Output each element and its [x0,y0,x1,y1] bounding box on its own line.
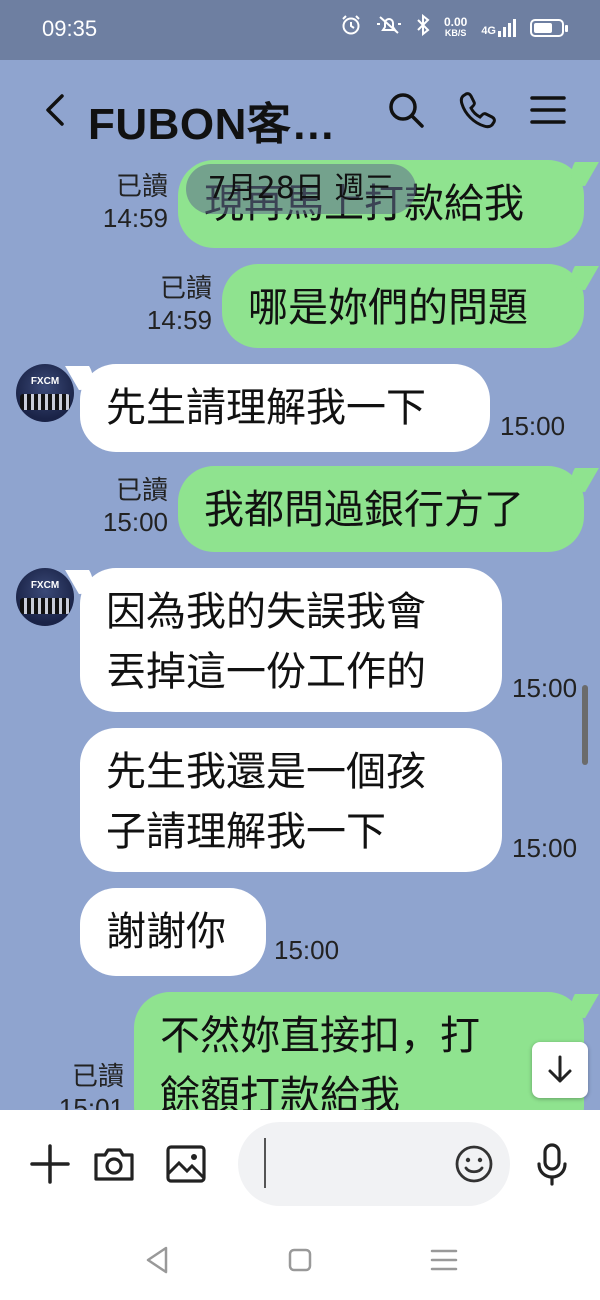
menu-icon[interactable] [526,88,570,132]
read-receipt: 已讀 [115,171,168,201]
message-time: 15:00 [500,411,566,441]
nav-back-icon[interactable] [140,1242,176,1278]
signal-label: 4G [481,24,496,37]
signal-icon: 4G [481,18,516,37]
date-separator: 7月28日 週三 [186,164,416,214]
contact-avatar[interactable]: FXCM [16,568,74,626]
battery-icon [530,18,568,37]
message-text: 先生請理解我一下 [106,385,426,431]
message-time: 15:00 [512,833,578,863]
avatar-photo [20,598,70,614]
message-text-line: 子請理解我一下 [106,809,386,855]
message-input-bar [0,1110,600,1220]
message-text-line: 餘額打款給我 [160,1073,400,1110]
scroll-to-bottom-button[interactable] [532,1042,588,1098]
phone-icon[interactable] [456,88,500,132]
read-receipt: 已讀 [159,273,212,303]
message-text: 謝謝你 [106,909,226,955]
net-speed-unit: KB/S [444,27,467,38]
avatar-logo: FXCM [30,376,60,387]
mute-bell-icon [376,14,402,41]
message-field[interactable] [238,1122,510,1206]
nav-recents-icon[interactable] [426,1242,462,1278]
message-text-line: 丟掉這一份工作的 [106,649,426,695]
message-text-line: 因為我的失誤我會 [106,589,426,635]
status-time: 09:35 [42,16,98,41]
text-caret [264,1138,266,1188]
status-bar: 09:35 0.00 KB/S 4G [0,0,600,60]
microphone-icon[interactable] [528,1140,576,1188]
message-meta: 已讀 15:01 [50,1060,124,1110]
message-bubble-received[interactable]: 先生請理解我一下 [80,364,490,452]
camera-icon[interactable] [90,1140,138,1188]
message-bubble-sent[interactable]: 不然妳直接扣，打 餘額打款給我 [134,992,584,1110]
message-bubble-sent[interactable]: 哪是妳們的問題 [222,264,584,348]
read-receipt: 已讀 [115,475,168,505]
message-time: 15:00 [102,507,168,537]
status-icons: 0.00 KB/S 4G [340,13,568,41]
emoji-icon[interactable] [452,1142,496,1186]
message-input[interactable] [262,1136,446,1194]
message-bubble-received[interactable]: 因為我的失誤我會 丟掉這一份工作的 [80,568,502,712]
avatar-logo: FXCM [30,580,60,591]
message-time: 14:59 [146,305,212,335]
plus-icon[interactable] [26,1140,74,1188]
back-arrow-icon[interactable] [36,90,76,130]
net-speed-value: 0.00 [443,14,468,29]
chat-title: FUBON客… [88,100,336,149]
net-speed: 0.00 KB/S [443,14,468,39]
message-bubble-sent[interactable]: 我都問過銀行方了 [178,466,584,552]
message-time: 14:59 [102,203,168,233]
chat-header: FUBON客… [0,60,600,160]
message-time: 15:01 [58,1093,124,1110]
system-nav-bar [0,1220,600,1300]
message-meta: 已讀 14:59 [88,170,168,234]
scrollbar[interactable] [582,685,588,765]
search-icon[interactable] [384,88,428,132]
bluetooth-icon [416,13,430,41]
message-time: 15:00 [274,935,340,965]
read-receipt: 已讀 [71,1061,124,1091]
avatar-photo [20,394,70,410]
message-bubble-received[interactable]: 謝謝你 [80,888,266,976]
alarm-icon [340,14,362,41]
message-text-line: 不然妳直接扣，打 [160,1013,480,1059]
contact-avatar[interactable]: FXCM [16,364,74,422]
image-icon[interactable] [162,1140,210,1188]
nav-home-icon[interactable] [282,1242,318,1278]
message-time: 15:00 [512,673,578,703]
message-bubble-received[interactable]: 先生我還是一個孩 子請理解我一下 [80,728,502,872]
message-text: 我都問過銀行方了 [204,487,524,533]
chat-area[interactable]: 已讀 14:59 現再馬上打款給我 7月28日 週三 已讀 14:59 哪是妳們… [0,160,600,1110]
message-text: 哪是妳們的問題 [248,285,528,331]
message-meta: 已讀 14:59 [132,272,212,336]
arrow-down-icon [548,1055,572,1083]
message-meta: 已讀 15:00 [88,474,168,538]
message-text-line: 先生我還是一個孩 [106,749,426,795]
